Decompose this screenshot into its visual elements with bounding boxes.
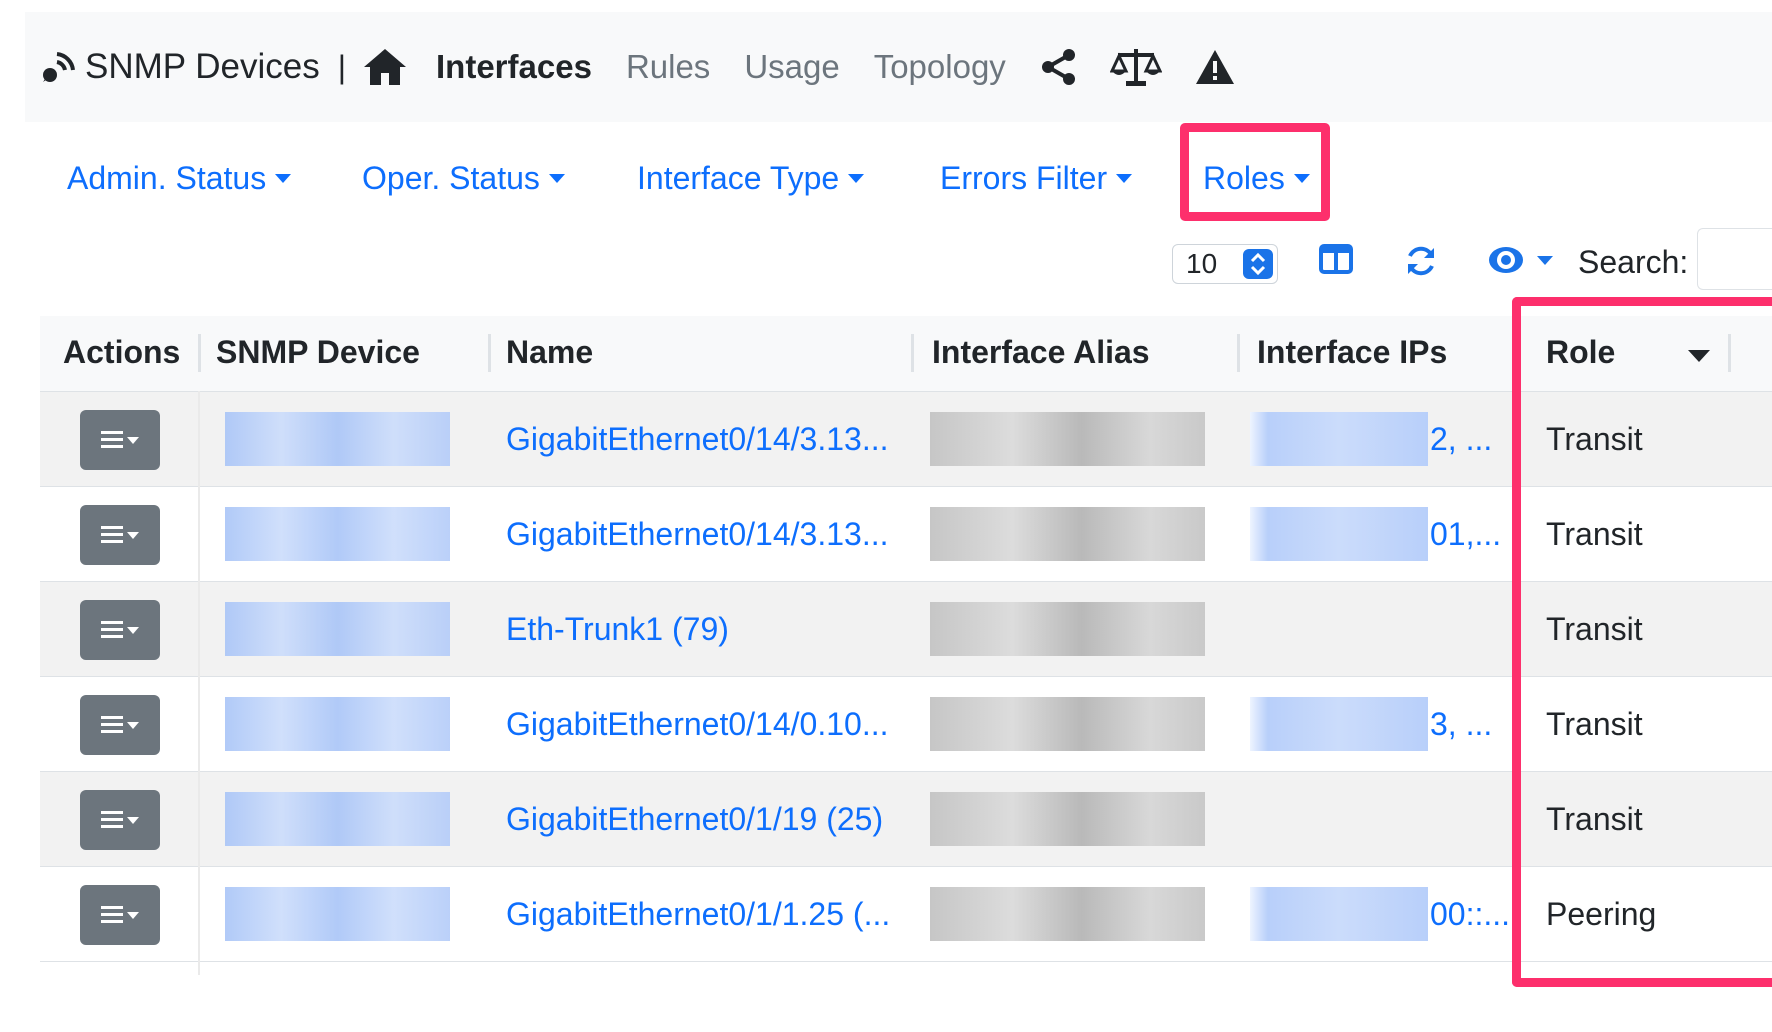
home-icon[interactable]: [362, 47, 408, 87]
top-navbar: SNMP Devices | Interfaces Rules Usage To…: [25, 12, 1772, 122]
col-snmp-device[interactable]: SNMP Device: [216, 334, 420, 371]
redacted-device: [225, 887, 450, 941]
chevron-down-icon: [1537, 255, 1553, 265]
interface-name-link[interactable]: GigabitEthernet0/14/3.13...: [506, 516, 888, 553]
scale-icon[interactable]: [1109, 47, 1162, 87]
row-actions-button[interactable]: [80, 695, 160, 755]
search-label: Search:: [1578, 244, 1689, 280]
visibility-toggle[interactable]: [1488, 244, 1553, 276]
column-divider: [1237, 334, 1240, 372]
col-interface-ips[interactable]: Interface IPs: [1257, 334, 1447, 371]
roles-highlight-box: [1180, 123, 1330, 221]
menu-icon: [101, 431, 123, 448]
col-actions[interactable]: Actions: [63, 334, 180, 371]
redacted-device: [225, 792, 450, 846]
interface-name-link[interactable]: GigabitEthernet0/1/19 (25): [506, 801, 883, 838]
menu-icon: [101, 526, 123, 543]
redacted-alias: [930, 507, 1205, 561]
row-actions-button[interactable]: [80, 505, 160, 565]
menu-icon: [101, 621, 123, 638]
nav-topology[interactable]: Topology: [874, 48, 1006, 86]
chevron-down-icon: [848, 174, 865, 183]
search-input[interactable]: [1697, 228, 1772, 290]
interface-name-link[interactable]: GigabitEthernet0/1/1.25 (...: [506, 896, 890, 933]
errors-filter[interactable]: Errors Filter: [940, 160, 1133, 197]
errors-filter-label: Errors Filter: [940, 160, 1108, 196]
nav-separator: |: [337, 48, 347, 85]
redacted-ip: [1250, 507, 1428, 561]
chevron-down-icon: [127, 721, 139, 729]
nav-interfaces[interactable]: Interfaces: [436, 48, 592, 86]
menu-icon: [101, 716, 123, 733]
columns-icon[interactable]: [1319, 244, 1353, 274]
redacted-ip: [1250, 887, 1428, 941]
warning-icon[interactable]: [1194, 48, 1236, 86]
interface-ip-text[interactable]: 00::...: [1430, 896, 1510, 933]
page-size-value: 10: [1186, 248, 1218, 279]
col-name[interactable]: Name: [506, 334, 593, 371]
chevron-down-icon: [127, 626, 139, 634]
interface-ip-text[interactable]: 3, ...: [1430, 706, 1492, 743]
col-interface-alias[interactable]: Interface Alias: [932, 334, 1150, 371]
chevron-down-icon: [548, 174, 565, 183]
interface-name-link[interactable]: Eth-Trunk1 (79): [506, 611, 729, 648]
refresh-icon[interactable]: [1404, 244, 1438, 278]
oper-status-label: Oper. Status: [362, 160, 540, 196]
page-size-select[interactable]: 10: [1172, 244, 1278, 284]
share-icon[interactable]: [1040, 48, 1078, 86]
nav-rules[interactable]: Rules: [626, 48, 710, 86]
actions-column-border: [198, 391, 200, 975]
admin-status-label: Admin. Status: [67, 160, 267, 196]
interface-ip-text[interactable]: 2, ...: [1430, 421, 1492, 458]
interface-name-link[interactable]: GigabitEthernet0/14/3.13...: [506, 421, 888, 458]
redacted-alias: [930, 887, 1205, 941]
redacted-device: [225, 412, 450, 466]
redacted-ip: [1250, 412, 1428, 466]
redacted-alias: [930, 697, 1205, 751]
column-divider: [198, 334, 201, 372]
menu-icon: [101, 811, 123, 828]
interface-type-filter[interactable]: Interface Type: [637, 160, 865, 197]
redacted-device: [225, 697, 450, 751]
redacted-alias: [930, 412, 1205, 466]
column-divider: [911, 334, 914, 372]
interface-type-label: Interface Type: [637, 160, 840, 196]
snmp-device-icon: [43, 52, 75, 82]
column-divider: [488, 334, 491, 372]
eye-icon: [1489, 247, 1523, 273]
chevron-down-icon: [127, 911, 139, 919]
oper-status-filter[interactable]: Oper. Status: [362, 160, 565, 197]
row-actions-button[interactable]: [80, 600, 160, 660]
menu-icon: [101, 906, 123, 923]
interface-ip-text[interactable]: 01,...: [1430, 516, 1501, 553]
stepper-icon: [1243, 249, 1273, 279]
role-column-highlight-box: [1512, 297, 1772, 987]
admin-status-filter[interactable]: Admin. Status: [67, 160, 292, 197]
redacted-device: [225, 507, 450, 561]
chevron-down-icon: [127, 436, 139, 444]
row-actions-button[interactable]: [80, 790, 160, 850]
chevron-down-icon: [1116, 174, 1133, 183]
redacted-alias: [930, 602, 1205, 656]
redacted-ip: [1250, 697, 1428, 751]
chevron-down-icon: [127, 816, 139, 824]
redacted-device: [225, 602, 450, 656]
chevron-down-icon: [275, 174, 292, 183]
row-actions-button[interactable]: [80, 410, 160, 470]
brand[interactable]: SNMP Devices: [39, 47, 320, 87]
row-actions-button[interactable]: [80, 885, 160, 945]
chevron-down-icon: [127, 531, 139, 539]
redacted-alias: [930, 792, 1205, 846]
brand-label: SNMP Devices: [85, 47, 320, 86]
interface-name-link[interactable]: GigabitEthernet0/14/0.10...: [506, 706, 888, 743]
nav-usage[interactable]: Usage: [744, 48, 839, 86]
